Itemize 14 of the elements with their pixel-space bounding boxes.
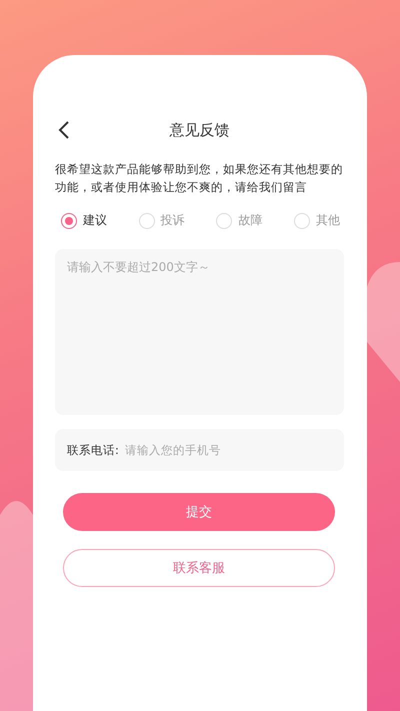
intro-text: 很希望这款产品能够帮助到您，如果您还有其他想要的功能，或者使用体验让您不爽的，请给我们留言 [55,161,344,196]
back-icon[interactable] [58,120,70,140]
radio-icon[interactable] [61,212,77,228]
radio-option[interactable]: 建议 [61,212,107,229]
phone-input[interactable]: 请输入您的手机号 [122,442,332,458]
radio-option[interactable]: 投诉 [138,212,185,229]
phone-label: 联系电话: [67,442,119,458]
radio-option[interactable]: 其他 [294,212,340,229]
phone-field[interactable]: 联系电话: 请输入您的手机号 [55,429,344,471]
submit-button[interactable]: 提交 [63,493,335,531]
page-title: 意见反馈 [170,120,230,140]
contact-button[interactable]: 联系客服 [63,549,335,587]
radio-option[interactable]: 故障 [216,212,262,229]
feedback-field[interactable]: 请输入不要超过200文字～ [55,249,344,415]
